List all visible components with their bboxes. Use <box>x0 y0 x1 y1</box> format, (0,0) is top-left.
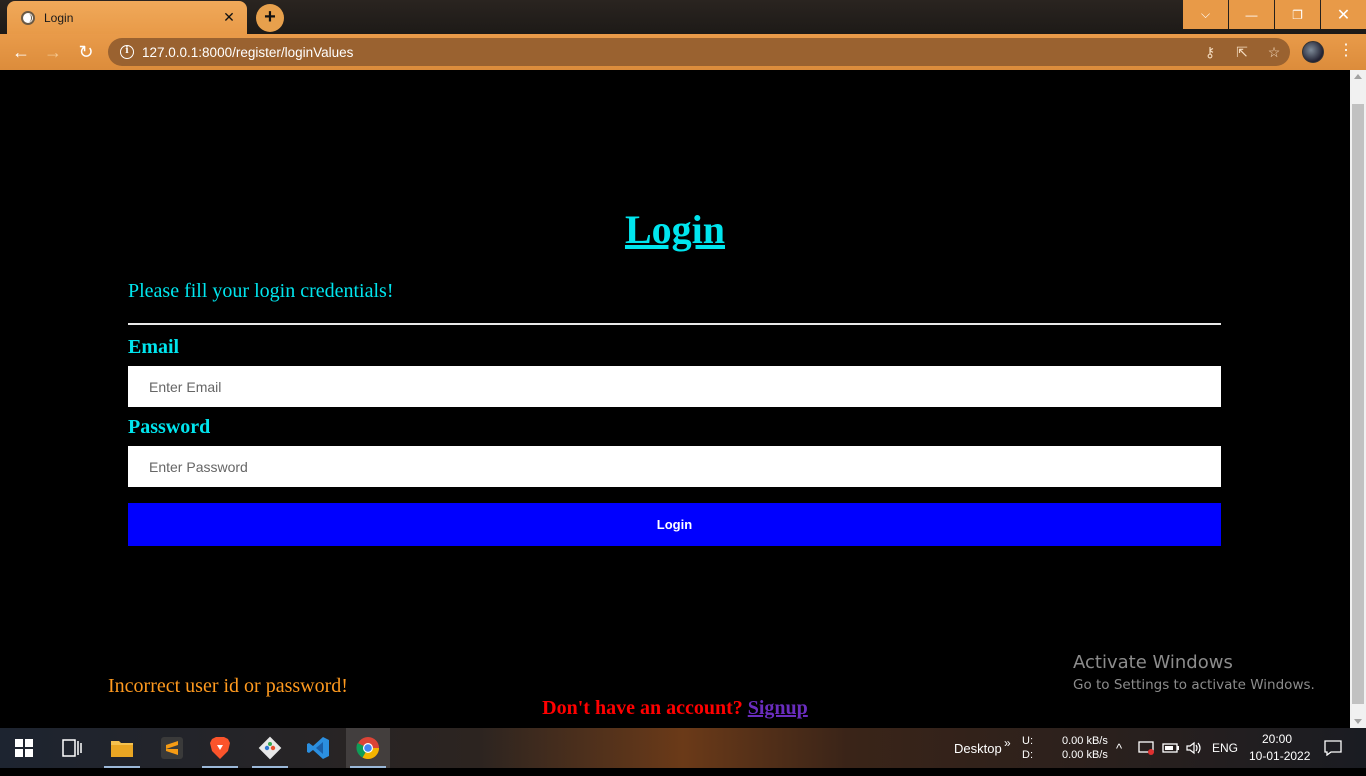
browser-toolbar: ← → ↻ i 127.0.0.1:8000/register/loginVal… <box>0 34 1366 70</box>
password-key-icon[interactable]: ⚷ <box>1194 44 1226 61</box>
sublime-text-icon[interactable] <box>150 728 194 768</box>
file-explorer-icon[interactable] <box>100 728 144 768</box>
show-hidden-icons[interactable]: ^ <box>1116 728 1122 768</box>
battery-icon[interactable] <box>1162 728 1180 768</box>
tab-close-icon[interactable]: ✕ <box>221 9 237 26</box>
login-button[interactable]: Login <box>128 503 1221 546</box>
scroll-thumb[interactable] <box>1352 104 1364 704</box>
desktop-toolbar[interactable]: Desktop <box>954 728 1002 768</box>
activate-windows-watermark: Activate Windows Go to Settings to activ… <box>1073 652 1315 693</box>
watermark-title: Activate Windows <box>1073 652 1233 673</box>
subtitle: Please fill your login credentials! <box>128 280 394 302</box>
security-icon[interactable] <box>1138 728 1154 768</box>
url-text[interactable]: 127.0.0.1:8000/register/loginValues <box>142 45 1194 60</box>
address-bar[interactable]: i 127.0.0.1:8000/register/loginValues ⚷ … <box>108 38 1290 66</box>
page-scrollbar[interactable] <box>1350 70 1366 728</box>
profile-avatar[interactable] <box>1302 41 1324 63</box>
vscode-icon[interactable] <box>296 728 340 768</box>
new-tab-button[interactable]: + <box>256 4 284 32</box>
forward-button[interactable]: → <box>40 40 66 64</box>
clock-date[interactable]: 10-01-2022 <box>1249 736 1310 776</box>
scroll-up-icon[interactable] <box>1354 74 1362 79</box>
error-message: Incorrect user id or password! <box>108 675 348 697</box>
volume-icon[interactable] <box>1186 728 1202 768</box>
close-window-button[interactable]: ✕ <box>1321 0 1366 29</box>
password-label: Password <box>128 416 211 438</box>
tab-strip: Login ✕ + ⌵ — ❐ ✕ <box>0 0 1366 34</box>
net-download-speed: 0.00 kB/s <box>1062 749 1108 761</box>
restore-button[interactable]: ❐ <box>1275 0 1320 29</box>
start-icon[interactable] <box>2 728 46 768</box>
watermark-subtitle: Go to Settings to activate Windows. <box>1073 677 1315 693</box>
browser-tab[interactable]: Login ✕ <box>7 1 247 34</box>
git-icon[interactable] <box>248 728 292 768</box>
back-button[interactable]: ← <box>8 40 34 64</box>
signup-link[interactable]: Signup <box>748 697 808 719</box>
tab-search-button[interactable]: ⌵ <box>1183 0 1228 29</box>
net-download-label: D: <box>1022 749 1033 761</box>
email-field[interactable] <box>128 366 1221 407</box>
desktop-chevron-icon[interactable]: » <box>1004 723 1011 763</box>
password-field[interactable] <box>128 446 1221 487</box>
signup-line: Don't have an account? Signup <box>0 697 1350 720</box>
language-indicator[interactable]: ENG <box>1212 728 1238 768</box>
minimize-button[interactable]: — <box>1229 0 1274 29</box>
page-title: Login <box>624 207 726 252</box>
brave-icon[interactable] <box>198 728 242 768</box>
signup-prompt: Don't have an account? <box>542 697 748 719</box>
globe-icon <box>21 10 35 25</box>
chrome-icon[interactable] <box>346 728 390 768</box>
reload-button[interactable]: ↻ <box>73 40 99 64</box>
divider <box>128 323 1221 325</box>
site-info-icon[interactable]: i <box>120 45 134 59</box>
email-label: Email <box>128 336 180 358</box>
scroll-down-icon[interactable] <box>1354 719 1362 724</box>
taskbar: Desktop » U: D: 0.00 kB/s 0.00 kB/s ^ EN… <box>0 728 1366 768</box>
window-controls: ⌵ — ❐ ✕ <box>1182 0 1366 29</box>
tab-title: Login <box>44 10 74 25</box>
notifications-icon[interactable] <box>1324 728 1342 768</box>
bookmark-star-icon[interactable]: ☆ <box>1258 44 1290 61</box>
share-icon[interactable]: ⇱ <box>1226 44 1258 61</box>
browser-menu-icon[interactable]: ⋮ <box>1338 40 1354 64</box>
page-content: Login Please fill your login credentials… <box>0 70 1350 728</box>
task-view-icon[interactable] <box>50 728 94 768</box>
